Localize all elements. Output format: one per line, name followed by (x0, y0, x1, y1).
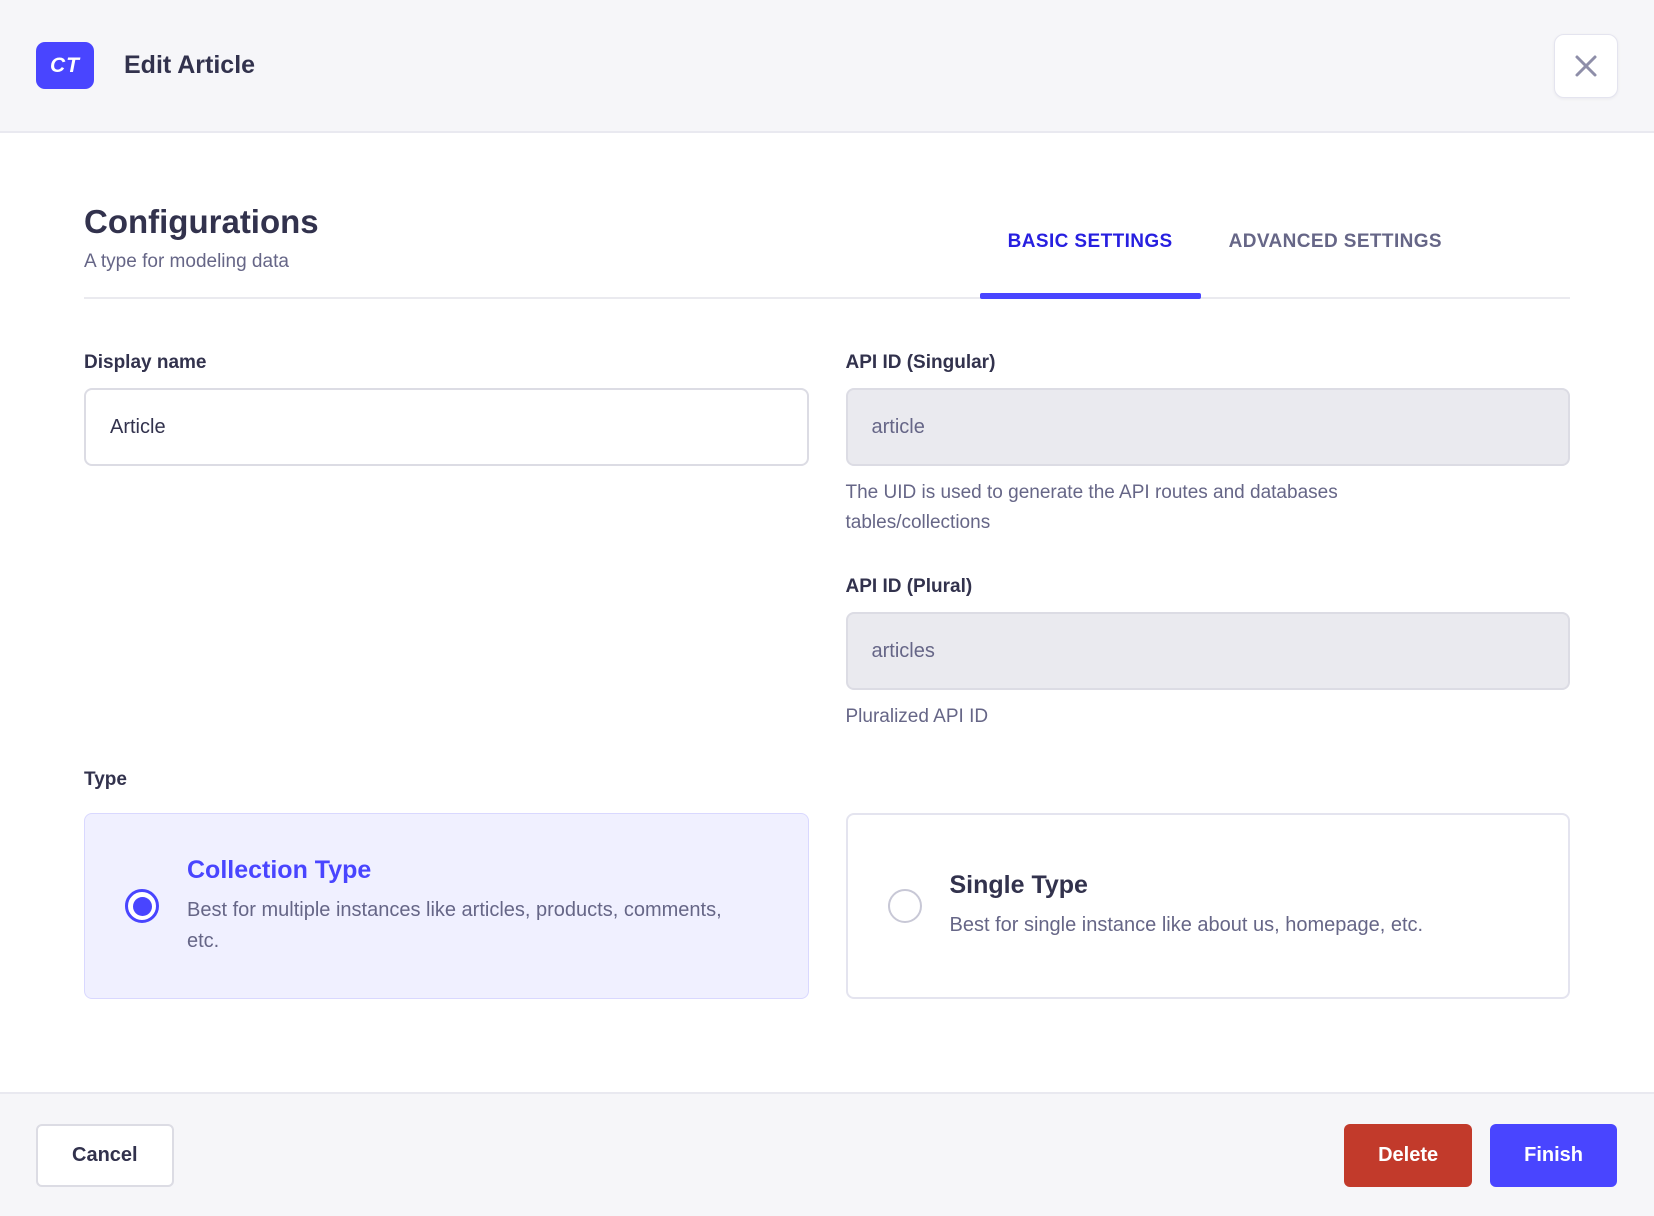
fields-grid: Display name API ID (Singular) The UID i… (84, 352, 1570, 732)
radio-checked-icon[interactable] (125, 889, 159, 923)
modal-title: Edit Article (124, 51, 256, 79)
modal-header: CT Edit Article (0, 0, 1654, 133)
content-type-badge-icon: CT (36, 42, 94, 89)
close-button[interactable] (1554, 33, 1618, 98)
tab-basic-settings[interactable]: BASIC SETTINGS (979, 231, 1201, 299)
api-id-plural-input (845, 612, 1570, 690)
collection-type-description: Best for multiple instances like article… (187, 898, 722, 952)
collection-type-texts: Collection Type Best for multiple instan… (187, 856, 732, 957)
section-head: Configurations A type for modeling data … (84, 203, 1570, 299)
page-title: Configurations (84, 203, 319, 240)
tab-advanced-settings[interactable]: ADVANCED SETTINGS (1201, 231, 1470, 297)
close-icon (1571, 51, 1601, 81)
finish-button[interactable]: Finish (1490, 1123, 1617, 1187)
api-id-singular-field-group: API ID (Singular) The UID is used to gen… (845, 352, 1570, 538)
type-options: Collection Type Best for multiple instan… (84, 813, 1570, 999)
api-id-singular-label: API ID (Singular) (845, 352, 996, 373)
api-id-plural-hint: Pluralized API ID (845, 706, 989, 727)
delete-button[interactable]: Delete (1344, 1123, 1473, 1187)
settings-tabs: BASIC SETTINGS ADVANCED SETTINGS (979, 231, 1470, 299)
modal-footer: Cancel Delete Finish (0, 1092, 1654, 1216)
display-name-field-group: Display name (84, 352, 809, 732)
section-titles: Configurations A type for modeling data (84, 203, 319, 297)
collection-type-option[interactable]: Collection Type Best for multiple instan… (84, 813, 809, 999)
api-id-singular-input (845, 388, 1570, 466)
api-id-plural-field-group: API ID (Plural) Pluralized API ID (845, 576, 1570, 732)
display-name-input[interactable] (84, 388, 809, 466)
api-id-singular-hint: The UID is used to generate the API rout… (845, 482, 1338, 533)
collection-type-title: Collection Type (187, 855, 372, 884)
cancel-button[interactable]: Cancel (36, 1123, 174, 1187)
single-type-title: Single Type (949, 871, 1088, 899)
api-id-column: API ID (Singular) The UID is used to gen… (845, 352, 1570, 732)
display-name-label: Display name (84, 352, 207, 373)
api-id-plural-label: API ID (Plural) (845, 576, 973, 597)
modal-body: Configurations A type for modeling data … (0, 133, 1654, 1092)
single-type-option[interactable]: Single Type Best for single instance lik… (845, 813, 1570, 999)
page-subtitle: A type for modeling data (84, 251, 289, 272)
radio-unchecked-icon[interactable] (887, 889, 922, 923)
type-section-label: Type (84, 769, 127, 790)
single-type-description: Best for single instance like about us, … (949, 914, 1424, 936)
single-type-texts: Single Type Best for single instance lik… (950, 871, 1424, 941)
